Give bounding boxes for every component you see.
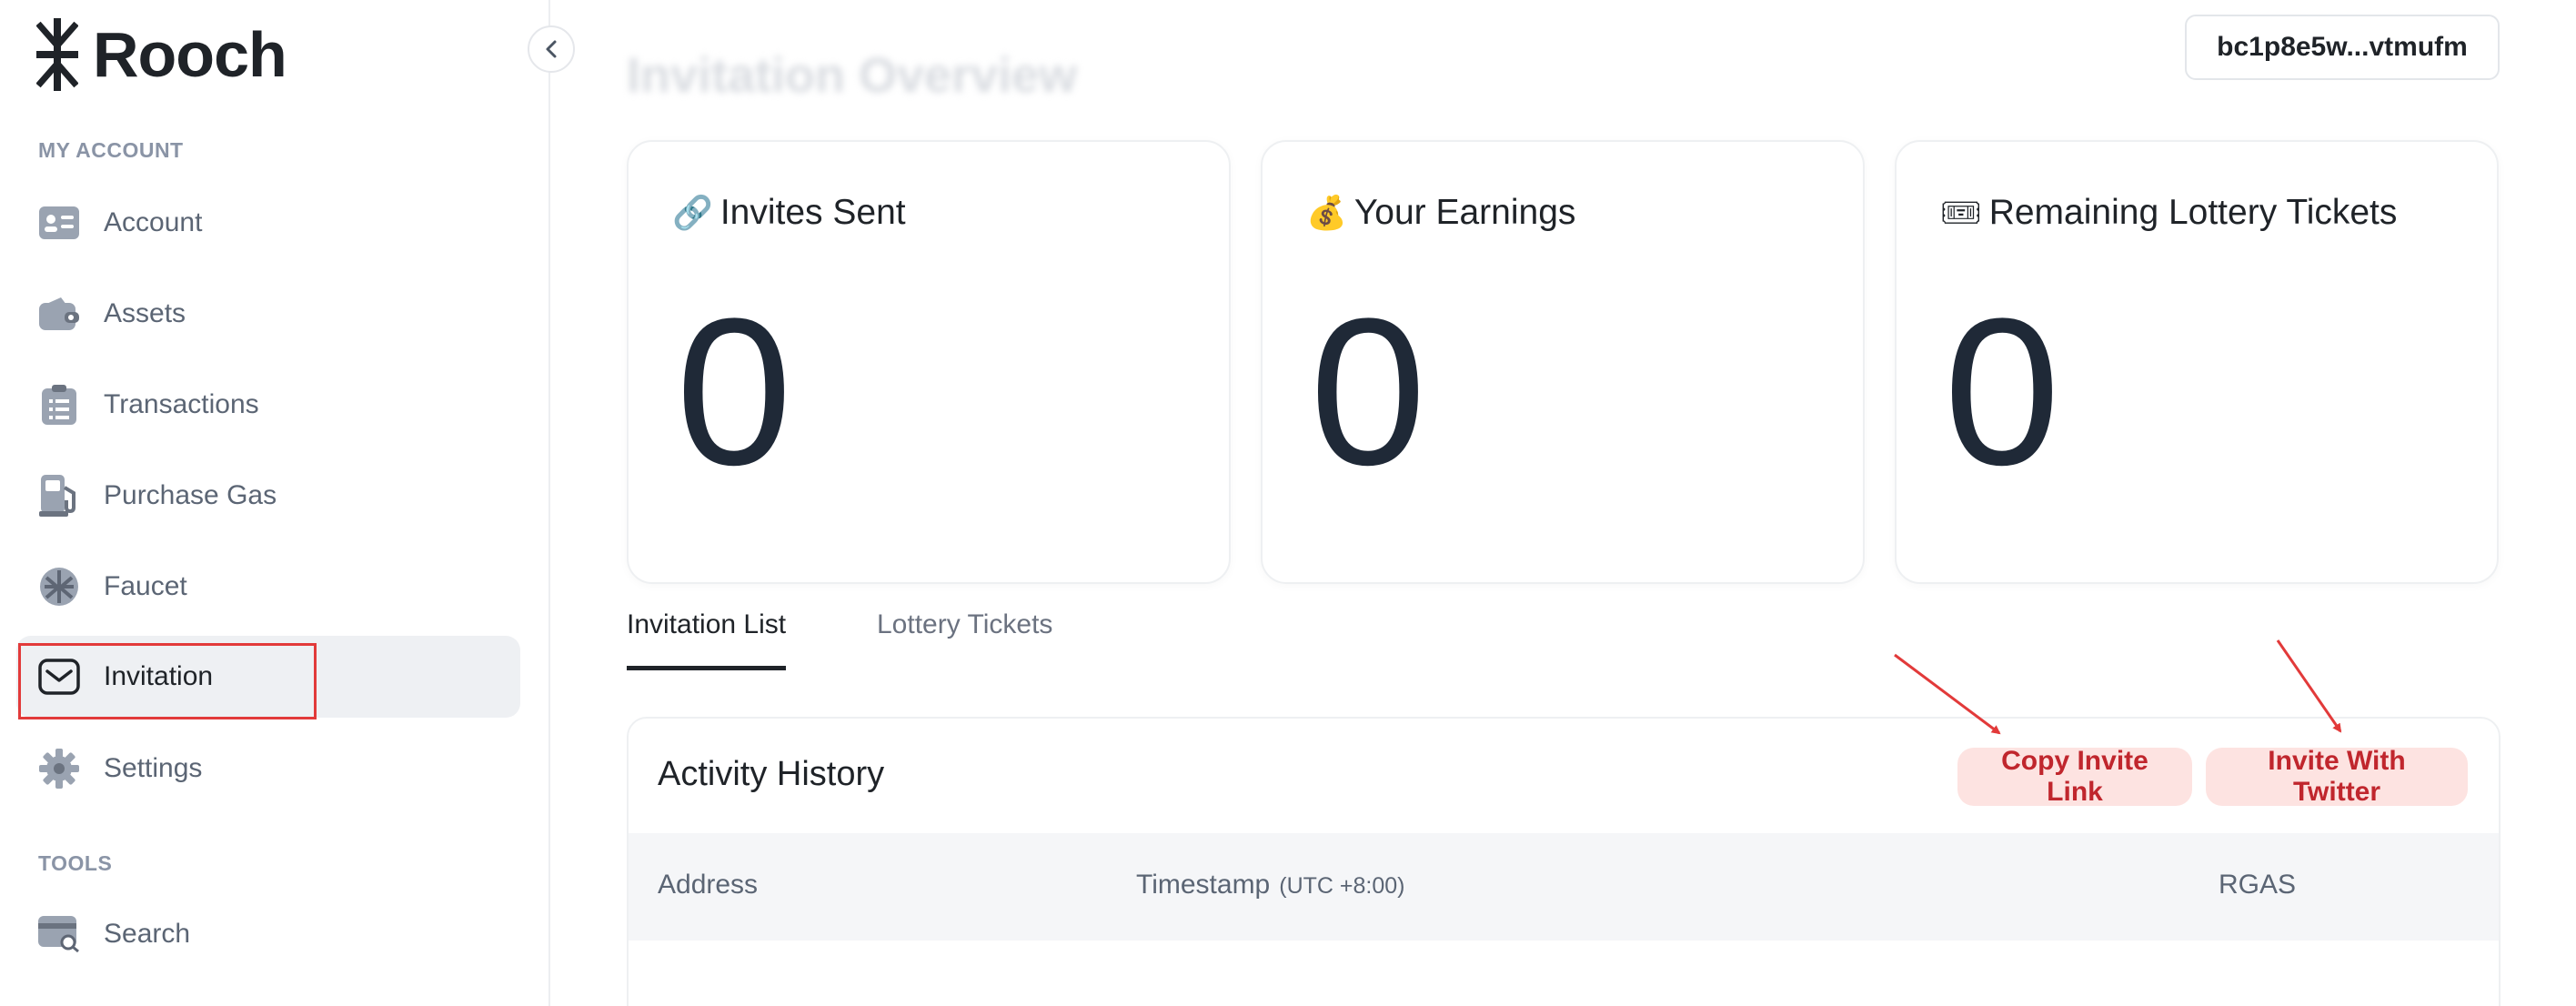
gear-icon	[38, 748, 80, 790]
invite-with-twitter-button[interactable]: Invite With Twitter	[2206, 746, 2468, 807]
timezone-label: (UTC +8:00)	[1279, 873, 1405, 899]
column-header-timestamp: Timestamp (UTC +8:00)	[1136, 870, 1404, 900]
stat-card-lottery-tickets: 🎟 Remaining Lottery Tickets 0	[1895, 140, 2499, 584]
rooch-logo-icon	[36, 18, 78, 91]
sidebar-item-search[interactable]: Search	[16, 893, 520, 975]
section-label-tools: TOOLS	[38, 851, 113, 875]
stat-title: 🔗 Invites Sent	[672, 193, 906, 233]
table-header: Address Timestamp (UTC +8:00) RGAS	[629, 833, 2499, 941]
collapse-sidebar-button[interactable]	[528, 25, 575, 73]
search-card-icon	[38, 913, 80, 955]
copy-invite-link-button[interactable]: Copy Invite Link	[1957, 746, 2192, 807]
logo[interactable]: Rooch	[36, 18, 287, 91]
column-header-address: Address	[658, 870, 759, 900]
section-label-my-account: MY ACCOUNT	[38, 138, 184, 162]
app-window: Rooch MY ACCOUNT Account Assets Transact…	[0, 0, 2576, 1006]
sidebar-item-label: Account	[104, 207, 203, 237]
main-content: Invitation Overview bc1p8e5w...vtmufm 🔗 …	[552, 0, 2576, 1006]
sidebar-item-label: Purchase Gas	[104, 480, 277, 510]
sidebar-item-faucet[interactable]: Faucet	[16, 546, 520, 628]
ticket-icon: 🎟	[1940, 195, 1982, 232]
stat-label: Remaining Lottery Tickets	[1988, 193, 2398, 232]
sidebar-item-label: Settings	[104, 753, 203, 783]
sidebar-item-invitation[interactable]: Invitation	[16, 636, 520, 718]
sidebar-item-purchase-gas[interactable]: Purchase Gas	[16, 455, 520, 537]
column-header-rgas: RGAS	[2219, 870, 2297, 900]
chevron-left-icon	[546, 40, 557, 58]
tab-invitation-list[interactable]: Invitation List	[627, 609, 787, 670]
stat-value: 0	[1944, 275, 2060, 508]
stat-card-invites-sent: 🔗 Invites Sent 0	[627, 140, 1231, 584]
sidebar-item-account[interactable]: Account	[16, 182, 520, 264]
sidebar-item-label: Invitation	[104, 661, 214, 691]
sidebar-item-label: Search	[104, 919, 191, 949]
sidebar-item-settings[interactable]: Settings	[16, 728, 520, 810]
page-title: Invitation Overview	[627, 48, 1078, 103]
sidebar-item-label: Assets	[104, 298, 186, 328]
sidebar-item-label: Transactions	[104, 389, 259, 419]
faucet-icon	[38, 566, 80, 608]
activity-history-panel: Activity History Copy Invite Link Invite…	[627, 717, 2501, 1006]
stat-label: Your Earnings	[1353, 193, 1576, 232]
wallet-address-button[interactable]: bc1p8e5w...vtmufm	[2185, 15, 2500, 80]
stat-value: 0	[676, 275, 792, 508]
stat-title: 💰 Your Earnings	[1306, 193, 1575, 233]
id-card-icon	[38, 202, 80, 244]
gas-pump-icon	[38, 475, 80, 517]
stat-title: 🎟 Remaining Lottery Tickets	[1940, 193, 2397, 233]
sidebar-item-transactions[interactable]: Transactions	[16, 364, 520, 446]
clipboard-list-icon	[38, 384, 80, 426]
stat-value: 0	[1310, 275, 1426, 508]
tab-bar: Invitation List Lottery Tickets	[627, 609, 2501, 675]
stat-label: Invites Sent	[719, 193, 906, 232]
wallet-icon	[38, 293, 80, 335]
stat-card-earnings: 💰 Your Earnings 0	[1261, 140, 1865, 584]
money-bag-icon: 💰	[1306, 195, 1347, 232]
link-icon: 🔗	[672, 195, 713, 232]
sidebar: Rooch MY ACCOUNT Account Assets Transact…	[0, 0, 550, 1006]
sidebar-item-label: Faucet	[104, 571, 187, 601]
column-header-timestamp-label: Timestamp	[1136, 870, 1271, 900]
app-name: Rooch	[93, 19, 287, 90]
tab-lottery-tickets[interactable]: Lottery Tickets	[877, 609, 1052, 666]
envelope-icon	[38, 656, 80, 698]
sidebar-item-assets[interactable]: Assets	[16, 273, 520, 355]
panel-title: Activity History	[658, 755, 885, 793]
